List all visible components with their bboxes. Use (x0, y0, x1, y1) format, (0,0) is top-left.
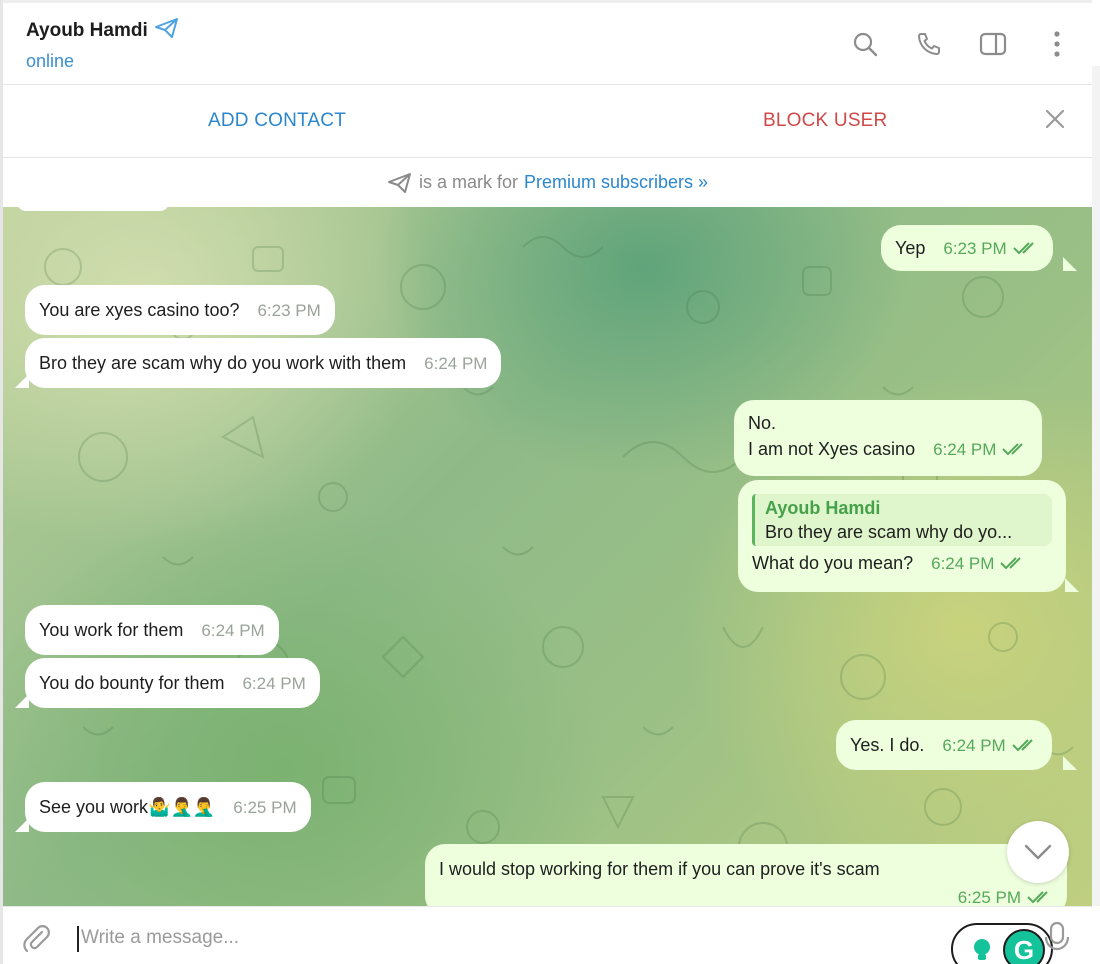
message-bubble-incoming[interactable]: You are xyes casino too? 6:23 PM (25, 285, 335, 335)
grammarly-widget[interactable]: G (951, 923, 1053, 964)
message-time: 6:24 PM (424, 354, 488, 373)
double-check-icon (1011, 733, 1038, 759)
contact-status: online (26, 51, 75, 71)
message-time: 6:23 PM (257, 301, 321, 320)
chat-header: Ayoub Hamdi online (3, 0, 1092, 85)
message-bubble-incoming[interactable]: Bro they are scam why do you work with t… (25, 338, 502, 388)
message-time: 6:25 PM (957, 888, 1021, 906)
close-icon (1045, 109, 1065, 129)
sidebar-toggle-button[interactable] (978, 29, 1008, 59)
message-text: Yep (895, 238, 926, 258)
premium-plane-icon (154, 17, 180, 44)
double-check-icon (1012, 236, 1039, 262)
message-bubble-partial (17, 207, 169, 211)
chevron-down-icon (1024, 844, 1052, 860)
block-user-button[interactable]: BLOCK USER (763, 110, 887, 132)
search-button[interactable] (850, 29, 880, 59)
message-bubble-outgoing[interactable]: Yes. I do. 6:24 PM (836, 720, 1052, 770)
message-text: Bro they are scam why do you work with t… (39, 353, 407, 373)
telegram-chat-window: Ayoub Hamdi online ADD CONTACT BLOCK USE… (0, 0, 1100, 964)
message-time: 6:23 PM (943, 239, 1007, 258)
message-time: 6:24 PM (933, 440, 997, 459)
message-bubble-incoming[interactable]: You work for them 6:24 PM (25, 605, 279, 655)
premium-notice-text: is a mark for (418, 172, 518, 192)
double-check-icon (1002, 437, 1028, 463)
message-text: You are xyes casino too? (39, 300, 240, 320)
scrollbar-track[interactable] (1092, 66, 1100, 906)
phone-icon (918, 33, 940, 55)
message-list[interactable]: Yep 6:23 PM You are xyes casino too? 6:23 … (3, 207, 1092, 906)
microphone-icon (1044, 921, 1070, 951)
double-check-icon (1000, 551, 1026, 577)
more-vertical-icon (1054, 31, 1060, 57)
message-text-line: I am not Xyes casino (748, 439, 916, 459)
contact-name[interactable]: Ayoub Hamdi (26, 20, 148, 42)
message-bubble-incoming[interactable]: You do bounty for them 6:24 PM (25, 658, 320, 708)
close-bar-button[interactable] (1043, 107, 1067, 136)
message-time: 6:25 PM (233, 798, 297, 817)
double-check-icon (1027, 885, 1053, 906)
message-time: 6:24 PM (201, 621, 265, 640)
message-text: What do you mean? (752, 553, 914, 573)
message-text: Yes. I do. (850, 735, 925, 755)
paperclip-icon (23, 925, 50, 953)
message-text: You do bounty for them (39, 673, 225, 693)
add-contact-button[interactable]: ADD CONTACT (208, 110, 346, 132)
more-menu-button[interactable] (1042, 29, 1072, 59)
message-text-line: No. (748, 413, 777, 433)
grammarly-logo-icon: G (1003, 929, 1045, 964)
message-time: 6:24 PM (931, 554, 995, 573)
message-text: I would stop working for them if you can… (439, 859, 880, 879)
voice-message-button[interactable] (1043, 921, 1071, 962)
premium-notice: is a mark for Premium subscribers » (3, 158, 1092, 207)
header-actions (850, 29, 1072, 59)
message-bubble-outgoing[interactable]: Yep 6:23 PM (881, 225, 1053, 271)
message-bubble-outgoing-reply[interactable]: Ayoub Hamdi Bro they are scam why do yo.… (738, 480, 1066, 592)
message-text: You work for them (39, 620, 184, 640)
text-cursor (77, 926, 79, 952)
premium-plane-icon (387, 172, 411, 193)
search-icon (853, 32, 878, 57)
message-bubble-outgoing[interactable]: No. I am not Xyes casino 6:24 PM (734, 400, 1043, 476)
contact-action-bar: ADD CONTACT BLOCK USER (3, 85, 1092, 158)
lightbulb-icon (971, 937, 993, 964)
message-time: 6:24 PM (942, 736, 1006, 755)
message-bubble-incoming[interactable]: See you work🤷‍♂️🤦‍♂️🤦‍♂️ 6:25 PM (25, 782, 311, 832)
message-input[interactable] (81, 921, 881, 955)
message-text: See you work🤷‍♂️🤦‍♂️🤦‍♂️ (39, 797, 216, 817)
reply-quote[interactable]: Ayoub Hamdi Bro they are scam why do yo.… (752, 494, 1052, 546)
sidebar-panel-icon (979, 32, 1007, 56)
reply-text: Bro they are scam why do yo... (765, 522, 1013, 542)
reply-author: Ayoub Hamdi (765, 498, 881, 518)
premium-subscribers-link[interactable]: Premium subscribers » (524, 172, 708, 193)
message-time: 6:24 PM (242, 674, 306, 693)
message-composer: G (3, 906, 1092, 964)
attach-button[interactable] (21, 923, 51, 958)
message-bubble-outgoing[interactable]: I would stop working for them if you can… (425, 844, 1067, 906)
scroll-to-bottom-button[interactable] (1007, 821, 1069, 883)
call-button[interactable] (914, 29, 944, 59)
contact-name-wrap[interactable]: Ayoub Hamdi (26, 17, 180, 44)
